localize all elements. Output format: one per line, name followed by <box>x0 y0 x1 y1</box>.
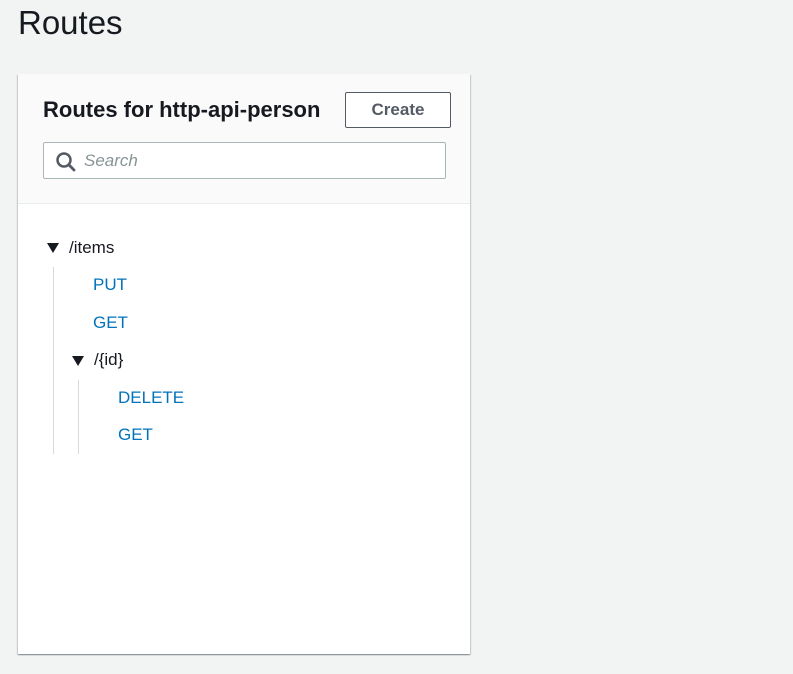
method-link-get[interactable]: GET <box>93 313 128 333</box>
panel-title: Routes for http-api-person <box>43 97 321 122</box>
search-icon <box>56 152 76 172</box>
tree-guide-line <box>78 380 79 454</box>
caret-down-icon[interactable] <box>46 242 60 254</box>
panel-header: Routes for http-api-person Create <box>18 74 470 204</box>
tree-node-items[interactable]: /items <box>69 238 114 258</box>
method-link-put[interactable]: PUT <box>93 275 127 295</box>
method-link-delete[interactable]: DELETE <box>118 388 184 408</box>
search-box[interactable] <box>43 142 446 179</box>
method-link-get[interactable]: GET <box>118 425 153 445</box>
caret-down-icon[interactable] <box>71 355 85 367</box>
routes-panel: Routes for http-api-person Create /items… <box>18 74 470 654</box>
page-title: Routes <box>18 4 123 41</box>
create-button[interactable]: Create <box>345 92 451 128</box>
tree-guide-line <box>53 267 54 454</box>
tree-node-id[interactable]: /{id} <box>94 350 123 370</box>
search-input[interactable] <box>84 143 434 178</box>
